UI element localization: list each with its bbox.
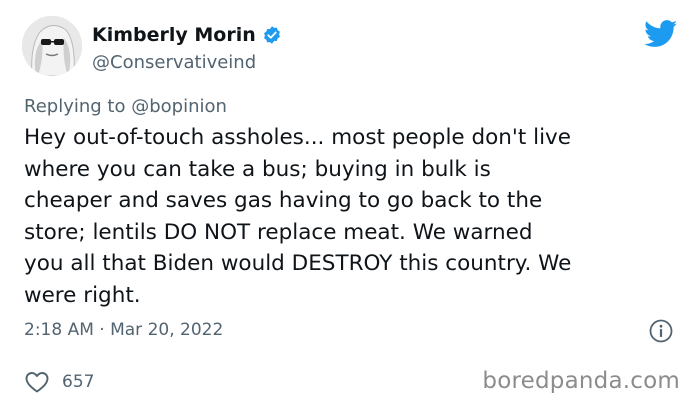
replying-to-prefix: Replying to <box>24 96 132 117</box>
tweet-text: Hey out-of-touch assholes... most people… <box>24 125 572 308</box>
watermark: boredpanda.com <box>482 368 680 394</box>
author-name-row[interactable]: Kimberly Morin <box>92 24 282 46</box>
avatar[interactable] <box>22 16 82 76</box>
twitter-bird-icon[interactable] <box>644 20 678 48</box>
reply-mention-link[interactable]: @bopinion <box>131 96 227 117</box>
tweet-timestamp[interactable]: 2:18 AM · Mar 20, 2022 <box>24 320 223 340</box>
replying-to-line: Replying to @bopinion <box>24 96 227 117</box>
author-name[interactable]: Kimberly Morin <box>92 24 256 46</box>
author-handle[interactable]: @Conservativeind <box>92 52 256 73</box>
like-button[interactable]: 657 <box>24 370 94 394</box>
verified-badge-icon <box>262 25 282 45</box>
heart-icon <box>24 370 50 394</box>
like-count: 657 <box>62 372 95 392</box>
avatar-image <box>22 16 82 76</box>
info-icon[interactable] <box>648 318 674 344</box>
